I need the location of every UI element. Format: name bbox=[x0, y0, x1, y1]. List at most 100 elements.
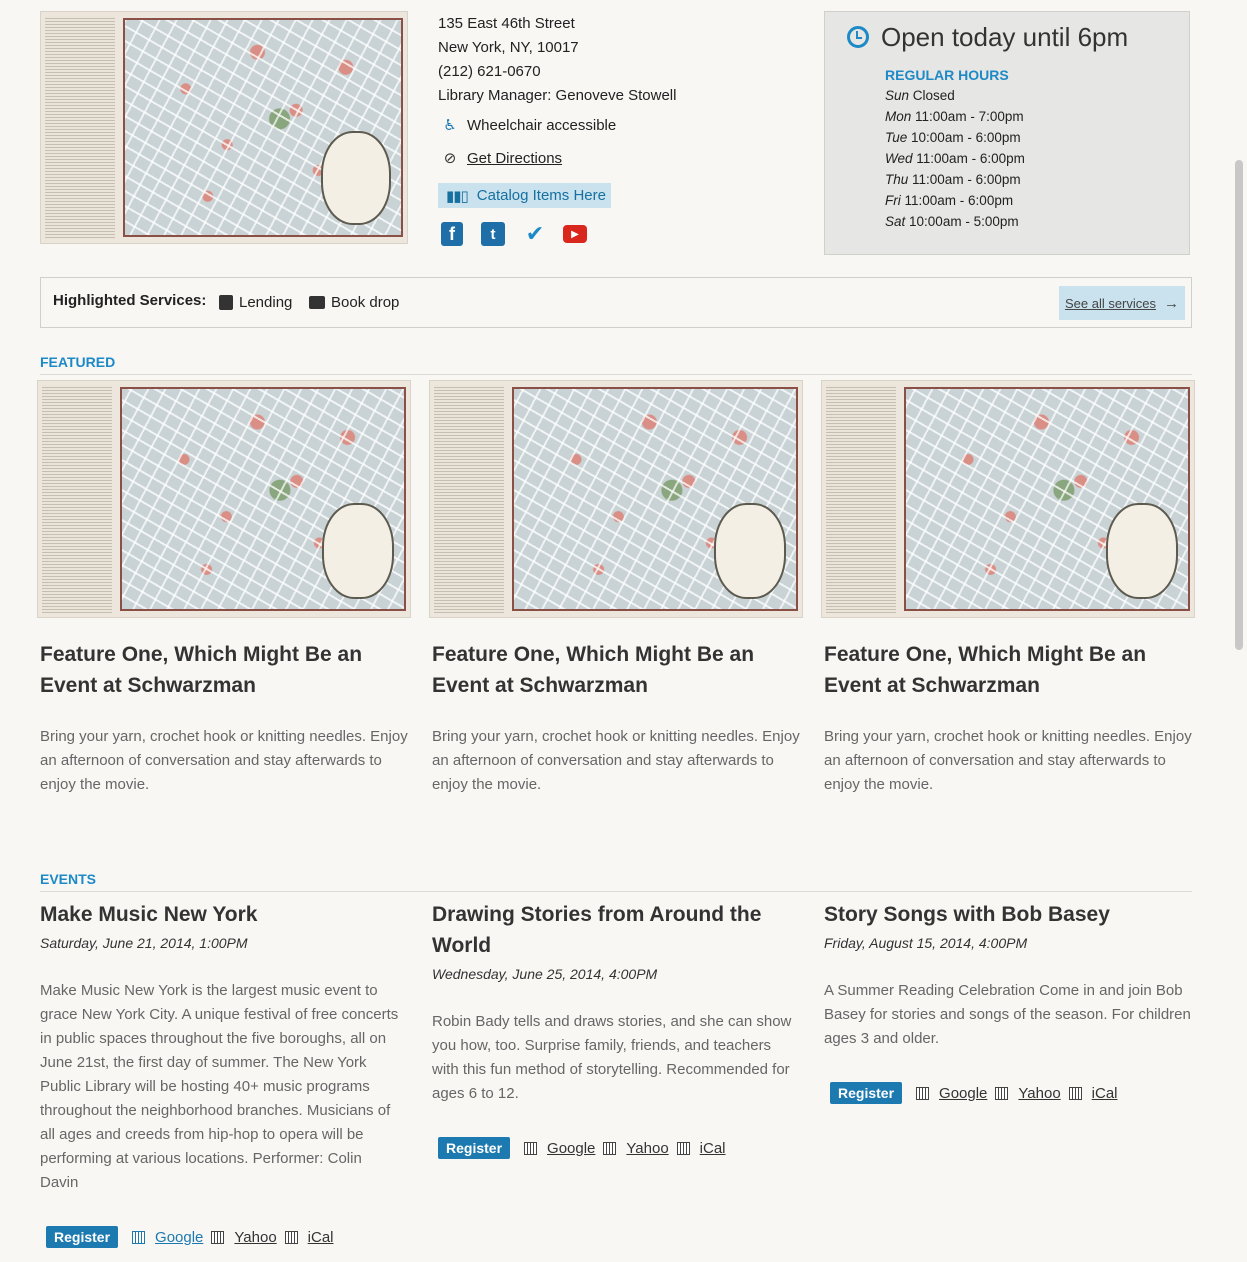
arrow-right-icon: → bbox=[1164, 294, 1180, 312]
map-cartouche bbox=[322, 502, 394, 599]
events-divider bbox=[40, 891, 1192, 892]
see-all-services-button[interactable]: See all services → bbox=[1059, 286, 1185, 320]
event-date: Saturday, June 21, 2014, 1:00PM bbox=[40, 935, 248, 951]
yahoo-calendar-link[interactable]: Yahoo bbox=[622, 1140, 668, 1157]
books-icon: ▮▮▯ bbox=[446, 187, 469, 205]
hours-row: Sun Closed bbox=[885, 88, 955, 103]
map-legend-strip bbox=[434, 385, 504, 613]
calendar-icon bbox=[995, 1086, 1009, 1100]
city-state-zip: New York, NY, 10017 bbox=[438, 39, 579, 56]
map-cartouche bbox=[1106, 502, 1178, 599]
map-cartouche bbox=[320, 130, 391, 225]
ical-link[interactable]: iCal bbox=[304, 1229, 334, 1246]
event-actions: Register Google Yahoo iCal bbox=[46, 1226, 342, 1248]
map-legend-strip bbox=[42, 385, 112, 613]
yahoo-calendar-link[interactable]: Yahoo bbox=[230, 1229, 276, 1246]
see-all-services-label: See all services bbox=[1064, 295, 1157, 311]
hours-list: Sun Closed Mon 11:00am - 7:00pm Tue 10:0… bbox=[885, 85, 1025, 232]
map-legend-strip bbox=[826, 385, 896, 613]
service-book-drop[interactable]: Book drop bbox=[309, 294, 399, 311]
highlighted-services-heading: Highlighted Services: bbox=[53, 292, 207, 309]
feature-description: Bring your yarn, crochet hook or knittin… bbox=[432, 728, 800, 793]
hours-row: Thu 11:00am - 6:00pm bbox=[885, 172, 1021, 187]
phone-number: (212) 621-0670 bbox=[438, 63, 541, 80]
calendar-icon bbox=[916, 1086, 930, 1100]
register-button[interactable]: Register bbox=[46, 1226, 119, 1248]
event-actions: Register Google Yahoo iCal bbox=[438, 1137, 734, 1159]
hours-row: Wed 11:00am - 6:00pm bbox=[885, 151, 1025, 166]
highlighted-services-bar: Highlighted Services: Lending Book drop … bbox=[40, 277, 1192, 328]
directions-icon: ⊘ bbox=[443, 150, 457, 167]
wheelchair-icon: ♿ bbox=[443, 117, 457, 134]
regular-hours-heading: REGULAR HOURS bbox=[885, 67, 1009, 83]
book-icon bbox=[219, 295, 233, 310]
service-label: Lending bbox=[239, 294, 293, 311]
feature-title[interactable]: Feature One, Which Might Be an Event at … bbox=[824, 639, 1204, 701]
google-calendar-link[interactable]: Google bbox=[935, 1085, 987, 1102]
directions-label[interactable]: Get Directions bbox=[467, 150, 562, 167]
event-description: A Summer Reading Celebration Come in and… bbox=[824, 982, 1191, 1047]
facebook-icon[interactable]: f bbox=[441, 222, 463, 246]
calendar-icon bbox=[524, 1141, 538, 1155]
calendar-icon bbox=[1068, 1086, 1082, 1100]
service-label: Book drop bbox=[331, 294, 400, 311]
ical-link[interactable]: iCal bbox=[696, 1140, 726, 1157]
get-directions-link[interactable]: ⊘ Get Directions bbox=[441, 149, 562, 168]
street-address: 135 East 46th Street bbox=[438, 15, 575, 32]
location-map-image bbox=[40, 11, 408, 244]
calendar-icon bbox=[211, 1230, 225, 1244]
ical-link[interactable]: iCal bbox=[1088, 1085, 1118, 1102]
branch-address: 135 East 46th Street New York, NY, 10017… bbox=[438, 12, 676, 108]
yahoo-calendar-link[interactable]: Yahoo bbox=[1014, 1085, 1060, 1102]
google-calendar-link[interactable]: Google bbox=[151, 1229, 203, 1246]
feature-description: Bring your yarn, crochet hook or knittin… bbox=[40, 728, 408, 793]
hours-row: Tue 10:00am - 6:00pm bbox=[885, 130, 1021, 145]
calendar-icon bbox=[132, 1230, 146, 1244]
calendar-icon bbox=[603, 1141, 617, 1155]
feature-image[interactable] bbox=[821, 380, 1195, 618]
event-title[interactable]: Story Songs with Bob Basey bbox=[824, 899, 1194, 930]
youtube-icon[interactable]: ▶ bbox=[563, 225, 587, 243]
calendar-icon bbox=[284, 1230, 298, 1244]
wheelchair-label: Wheelchair accessible bbox=[467, 116, 617, 134]
events-heading: EVENTS bbox=[40, 871, 97, 887]
wheelchair-accessible: ♿ Wheelchair accessible bbox=[441, 116, 617, 135]
featured-heading: FEATURED bbox=[40, 354, 116, 370]
feature-image[interactable] bbox=[429, 380, 803, 618]
library-manager: Library Manager: Genoveve Stowell bbox=[438, 87, 677, 104]
map-sheet bbox=[904, 387, 1190, 611]
map-sheet bbox=[123, 18, 403, 237]
hours-row: Fri 11:00am - 6:00pm bbox=[885, 193, 1014, 208]
event-title[interactable]: Drawing Stories from Around the World bbox=[432, 899, 772, 961]
register-button[interactable]: Register bbox=[438, 1137, 511, 1159]
calendar-icon bbox=[676, 1141, 690, 1155]
register-button[interactable]: Register bbox=[830, 1082, 903, 1104]
hours-panel: Open today until 6pm REGULAR HOURS Sun C… bbox=[824, 11, 1190, 255]
event-actions: Register Google Yahoo iCal bbox=[830, 1082, 1126, 1104]
book-drop-icon bbox=[309, 296, 325, 309]
feature-title[interactable]: Feature One, Which Might Be an Event at … bbox=[432, 639, 812, 701]
map-legend-strip bbox=[45, 16, 115, 239]
map-sheet bbox=[512, 387, 798, 611]
service-lending[interactable]: Lending bbox=[219, 294, 292, 311]
open-status: Open today until 6pm bbox=[881, 22, 1129, 52]
google-calendar-link[interactable]: Google bbox=[543, 1140, 595, 1157]
clock-icon bbox=[847, 26, 869, 48]
event-description: Robin Bady tells and draws stories, and … bbox=[432, 1013, 792, 1102]
featured-divider bbox=[40, 374, 1192, 375]
map-sheet bbox=[120, 387, 406, 611]
hours-row: Sat 10:00am - 5:00pm bbox=[885, 214, 1019, 229]
event-title[interactable]: Make Music New York bbox=[40, 899, 410, 930]
twitter-icon[interactable]: t bbox=[481, 222, 505, 246]
catalog-items-label: Catalog Items Here bbox=[476, 187, 606, 204]
feature-title[interactable]: Feature One, Which Might Be an Event at … bbox=[40, 639, 420, 701]
checkin-icon[interactable]: ✔ bbox=[524, 221, 546, 246]
event-date: Wednesday, June 25, 2014, 4:00PM bbox=[432, 966, 658, 982]
feature-image[interactable] bbox=[37, 380, 411, 618]
hours-row: Mon 11:00am - 7:00pm bbox=[885, 109, 1024, 124]
vertical-scrollbar[interactable] bbox=[1235, 160, 1243, 650]
catalog-items-button[interactable]: ▮▮▯ Catalog Items Here bbox=[438, 183, 611, 208]
event-date: Friday, August 15, 2014, 4:00PM bbox=[824, 935, 1028, 951]
feature-description: Bring your yarn, crochet hook or knittin… bbox=[824, 728, 1192, 793]
map-cartouche bbox=[714, 502, 786, 599]
